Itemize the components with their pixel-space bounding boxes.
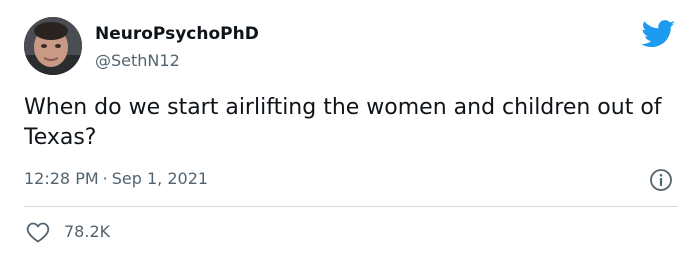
tweet-time: 12:28 PM (24, 169, 99, 188)
heart-icon[interactable] (26, 221, 50, 243)
meta-separator: · (102, 169, 108, 188)
like-count: 78.2K (64, 222, 111, 241)
display-name[interactable]: NeuroPsychoPhD (95, 24, 259, 44)
tweet-card: NeuroPsychoPhD @SethN12 When do we start… (0, 0, 700, 257)
info-icon[interactable] (649, 168, 673, 192)
tweet-date: Sep 1, 2021 (111, 169, 209, 188)
tweet-text: When do we start airlifting the women an… (24, 95, 662, 150)
divider (24, 206, 678, 207)
twitter-bird-icon[interactable] (642, 20, 676, 48)
tweet-timestamp[interactable]: 12:28 PM · Sep 1, 2021 (24, 168, 208, 190)
avatar[interactable] (24, 17, 82, 75)
user-handle[interactable]: @SethN12 (95, 51, 180, 71)
